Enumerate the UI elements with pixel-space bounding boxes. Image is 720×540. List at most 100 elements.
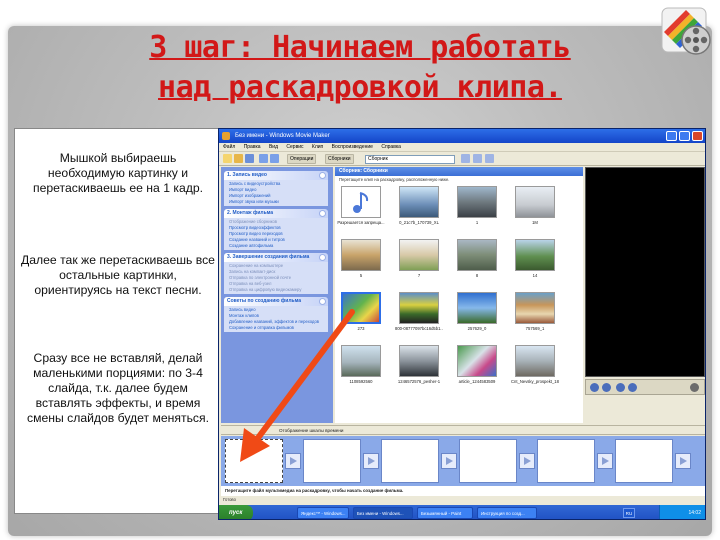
new-project-icon[interactable] <box>223 154 232 163</box>
clip-thumbnail[interactable]: 1108592560 <box>341 345 381 389</box>
transition-slot[interactable] <box>441 453 457 469</box>
music-note-icon <box>353 192 369 213</box>
maximize-button[interactable] <box>679 131 690 141</box>
views-icon[interactable] <box>485 154 494 163</box>
previous-icon[interactable] <box>616 383 625 392</box>
task-section-edit[interactable]: 2. Монтаж фильма <box>224 209 328 218</box>
clip-image <box>457 239 497 271</box>
snapshot-icon[interactable] <box>690 383 699 392</box>
window-title: Без имени - Windows Movie Maker <box>235 133 330 139</box>
transition-slot[interactable] <box>363 453 379 469</box>
timeline-toggle[interactable]: Отображение шкалы времени <box>279 428 343 433</box>
chevron-up-icon[interactable] <box>319 254 326 261</box>
task-section-capture[interactable]: 1. Запись видео <box>224 171 328 180</box>
transition-slot[interactable] <box>675 453 691 469</box>
taskbar-item[interactable]: Яндекс™ - Windows... <box>297 507 349 519</box>
save-project-icon[interactable] <box>245 154 254 163</box>
storyboard-hint: Перетащите файл мультимедиа на раскадров… <box>221 486 705 496</box>
task-link[interactable]: Импорт звука или музыки <box>229 199 323 205</box>
clip-caption: 1 <box>475 220 479 225</box>
close-button[interactable] <box>692 131 703 141</box>
transition-slot[interactable] <box>597 453 613 469</box>
task-link: Отправка на цифровую видеокамеру <box>229 287 302 292</box>
preview-monitor <box>585 167 705 377</box>
open-project-icon[interactable] <box>234 154 243 163</box>
status-bar: Готово <box>219 496 705 504</box>
storyboard-frame[interactable] <box>537 439 595 483</box>
clip-caption: 257629_0 <box>467 326 487 331</box>
menu-file[interactable]: Файл <box>223 144 235 150</box>
task-section-finish[interactable]: 3. Завершение создания фильма <box>224 253 328 262</box>
clip-caption: 0_21c7b_170739_XL <box>399 220 439 225</box>
clip-caption: 8 <box>475 273 479 278</box>
clip-caption: 1108592560 <box>349 379 373 384</box>
collection-select[interactable]: Сборник <box>365 155 455 164</box>
storyboard-frame[interactable] <box>381 439 439 483</box>
clip-caption: Разрешается запреща... <box>337 220 385 225</box>
start-button[interactable]: пуск <box>219 505 253 519</box>
up-folder-icon[interactable] <box>461 154 470 163</box>
task-section-tips[interactable]: Советы по созданию фильма <box>224 297 328 306</box>
task-pane: 1. Запись видео Запись с видеоустройства… <box>221 167 333 423</box>
storyboard-frame[interactable] <box>459 439 517 483</box>
clip-thumbnail[interactable]: Cnt_Nevsky_prospekt_18-1_8-2004 <box>511 345 559 389</box>
clip-thumbnail[interactable]: 0_21c7b_170739_XL <box>399 186 439 230</box>
clip-thumbnail[interactable]: 257629_0 <box>457 292 497 336</box>
clip-thumbnail[interactable]: 5 <box>341 239 381 283</box>
menu-view[interactable]: Вид <box>269 144 278 150</box>
undo-icon[interactable] <box>259 154 268 163</box>
menu-bar: Файл Правка Вид Сервис Клип Воспроизведе… <box>219 143 705 152</box>
instruction-paragraph-1: Мышкой выбираешь необходимую картинку и … <box>32 151 204 195</box>
clip-thumbnail[interactable]: 800-08777097bc16d5b1... <box>395 292 443 336</box>
clip-thumbnail[interactable]: 14 <box>515 239 555 283</box>
clip-thumbnail[interactable]: 7 <box>399 239 439 283</box>
clip-thumbnail[interactable]: Разрешается запреща... <box>337 186 385 230</box>
menu-help[interactable]: Справка <box>381 144 401 150</box>
storyboard-frame-1[interactable] <box>225 439 283 483</box>
taskbar-item[interactable]: Инструкция по созд... <box>477 507 537 519</box>
redo-icon[interactable] <box>270 154 279 163</box>
task-link[interactable]: Сохранение и отправка фильмов <box>229 325 323 331</box>
storyboard-frame[interactable] <box>303 439 361 483</box>
clip-thumbnail[interactable]: 757569_1 <box>515 292 555 336</box>
menu-clip[interactable]: Клип <box>312 144 323 150</box>
task-section-body: Запись видео Монтаж клипов Добавление на… <box>224 306 328 332</box>
clip-thumbnail-selected[interactable]: 273 <box>341 292 381 336</box>
clip-caption: 5 <box>359 273 363 278</box>
menu-edit[interactable]: Правка <box>244 144 261 150</box>
chevron-up-icon[interactable] <box>319 210 326 217</box>
clip-image <box>399 345 439 377</box>
storyboard-frame[interactable] <box>615 439 673 483</box>
menu-play[interactable]: Воспроизведение <box>332 144 373 150</box>
collection-hint: Перетащите клип на раскадровку, располож… <box>335 176 583 183</box>
clip-thumbnail[interactable]: 8 <box>457 239 497 283</box>
play-icon[interactable] <box>590 383 599 392</box>
task-link[interactable]: Создание автофильма <box>229 243 323 249</box>
window-titlebar[interactable]: Без имени - Windows Movie Maker <box>219 129 705 143</box>
task-section-title: 2. Монтаж фильма <box>227 210 274 216</box>
taskbar-item-active[interactable]: Без имени - Windows... <box>353 507 413 519</box>
clip-image <box>399 239 439 271</box>
chevron-up-icon[interactable] <box>319 298 326 305</box>
clip-image <box>341 345 381 377</box>
clock: 14:02 <box>688 510 701 516</box>
minimize-button[interactable] <box>666 131 677 141</box>
toolbar: Операции Сборники Сборник <box>219 152 705 166</box>
tasks-button[interactable]: Операции <box>287 154 317 164</box>
collections-button[interactable]: Сборники <box>325 154 354 164</box>
chevron-up-icon[interactable] <box>319 172 326 179</box>
clip-thumbnail[interactable]: 1 <box>457 186 497 230</box>
next-icon[interactable] <box>628 383 637 392</box>
clip-image <box>515 345 555 377</box>
menu-tools[interactable]: Сервис <box>286 144 303 150</box>
stop-icon[interactable] <box>602 383 611 392</box>
transition-slot[interactable] <box>285 453 301 469</box>
transition-slot[interactable] <box>519 453 535 469</box>
new-folder-icon[interactable] <box>473 154 482 163</box>
language-indicator[interactable]: RU <box>623 508 635 518</box>
clip-thumbnail[interactable]: 1246572576_pesher-1 <box>398 345 440 389</box>
clip-thumbnail[interactable]: article_1244583509 <box>457 345 497 389</box>
app-icon <box>222 132 230 140</box>
clip-thumbnail[interactable]: 1M <box>515 186 555 230</box>
taskbar-item[interactable]: Безымянный - Paint <box>417 507 473 519</box>
